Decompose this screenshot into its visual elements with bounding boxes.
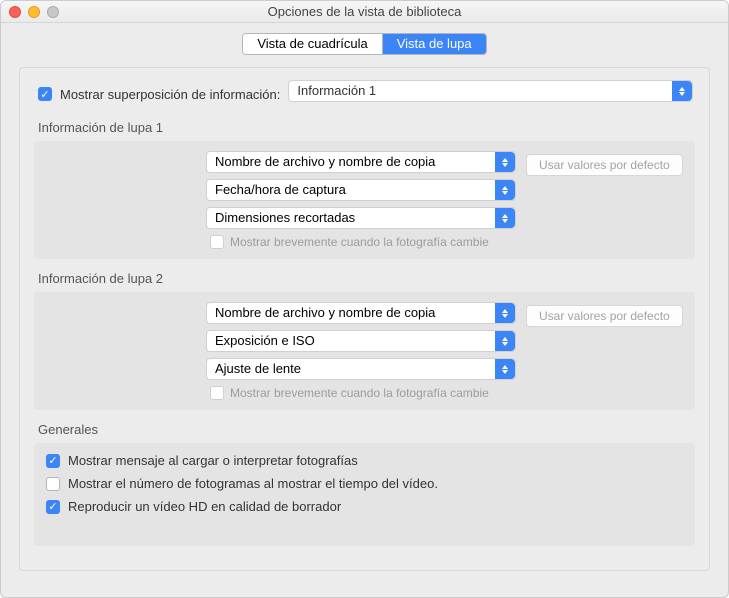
chevron-updown-icon — [495, 152, 515, 172]
loupe2-heading: Información de lupa 2 — [38, 271, 695, 286]
chevron-updown-icon — [672, 81, 692, 101]
loupe1-field1-select[interactable]: Nombre de archivo y nombre de copia — [206, 151, 516, 173]
show-loading-message-checkbox[interactable] — [46, 454, 60, 468]
show-info-overlay-label: Mostrar superposición de información: — [60, 87, 280, 102]
loupe1-brief-checkbox[interactable] — [210, 235, 224, 249]
chevron-updown-icon — [495, 359, 515, 379]
loupe1-field2-select[interactable]: Fecha/hora de captura — [206, 179, 516, 201]
window-title: Opciones de la vista de biblioteca — [268, 4, 462, 19]
chevron-updown-icon — [495, 303, 515, 323]
chevron-updown-icon — [495, 180, 515, 200]
loupe1-field3-select[interactable]: Dimensiones recortadas — [206, 207, 516, 229]
loupe1-reset-button[interactable]: Usar valores por defecto — [526, 154, 683, 176]
traffic-lights — [9, 6, 59, 18]
loupe2-field3-select[interactable]: Ajuste de lente — [206, 358, 516, 380]
chevron-updown-icon — [495, 208, 515, 228]
preferences-window: Opciones de la vista de biblioteca Vista… — [0, 0, 729, 598]
loupe2-brief-label: Mostrar brevemente cuando la fotografía … — [230, 386, 489, 400]
loupe2-brief-checkbox[interactable] — [210, 386, 224, 400]
show-frame-number-checkbox[interactable] — [46, 477, 60, 491]
chevron-updown-icon — [495, 331, 515, 351]
hd-draft-quality-label: Reproducir un vídeo HD en calidad de bor… — [68, 499, 341, 514]
loupe2-reset-button[interactable]: Usar valores por defecto — [526, 305, 683, 327]
loupe1-brief-label: Mostrar brevemente cuando la fotografía … — [230, 235, 489, 249]
minimize-icon[interactable] — [28, 6, 40, 18]
loupe2-field2-select[interactable]: Exposición e ISO — [206, 330, 516, 352]
titlebar: Opciones de la vista de biblioteca — [1, 1, 728, 23]
generals-heading: Generales — [38, 422, 695, 437]
show-loading-message-label: Mostrar mensaje al cargar o interpretar … — [68, 453, 358, 468]
tab-grid-view[interactable]: Vista de cuadrícula — [243, 34, 382, 54]
tab-loupe-view[interactable]: Vista de lupa — [383, 34, 486, 54]
show-info-overlay-checkbox[interactable] — [38, 87, 52, 101]
hd-draft-quality-checkbox[interactable] — [46, 500, 60, 514]
close-icon[interactable] — [9, 6, 21, 18]
view-tabs: Vista de cuadrícula Vista de lupa — [242, 33, 486, 55]
info-overlay-select[interactable]: Información 1 — [288, 80, 693, 102]
loupe2-field1-select[interactable]: Nombre de archivo y nombre de copia — [206, 302, 516, 324]
loupe1-heading: Información de lupa 1 — [38, 120, 695, 135]
show-frame-number-label: Mostrar el número de fotogramas al mostr… — [68, 476, 438, 491]
zoom-icon — [47, 6, 59, 18]
